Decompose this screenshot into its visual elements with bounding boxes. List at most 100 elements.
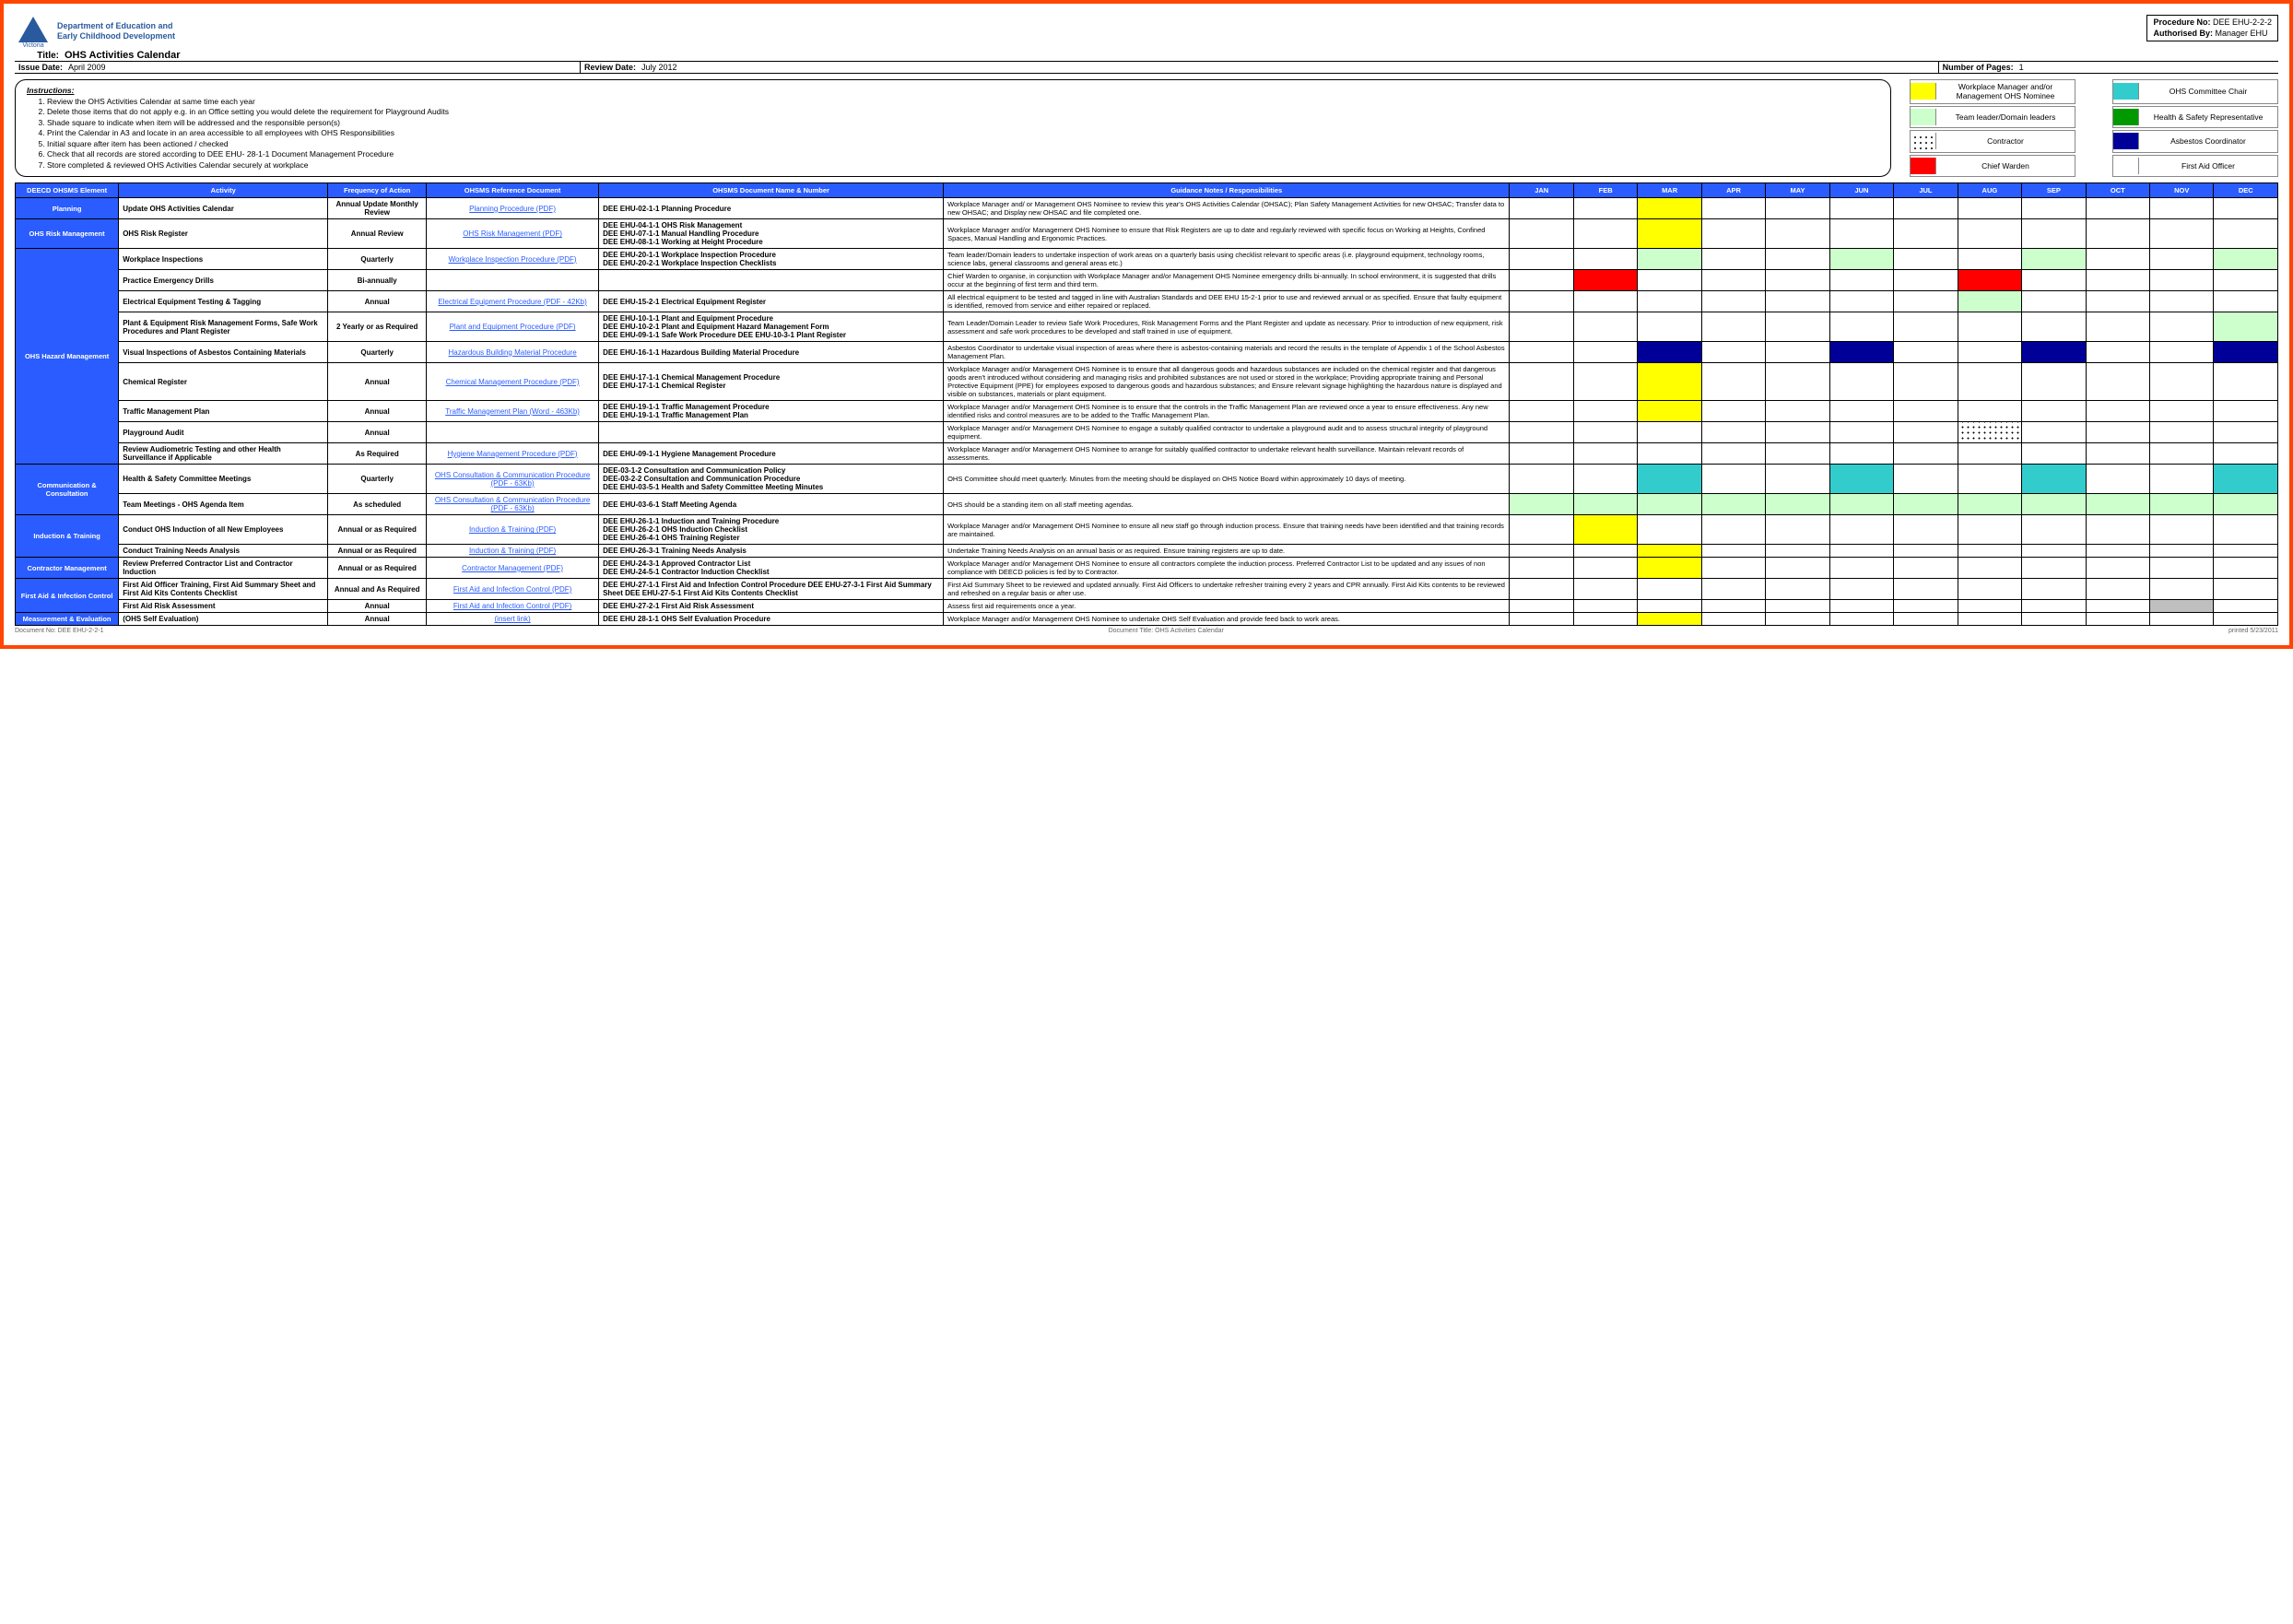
month-cell [2086,545,2149,558]
month-cell [1638,545,1701,558]
month-cell [2022,342,2086,363]
reference-link[interactable]: Hazardous Building Material Procedure [448,348,576,357]
month-cell [2022,249,2086,270]
month-cell [1829,579,1893,600]
table-row: OHS Hazard ManagementWorkplace Inspectio… [16,249,2278,270]
month-cell [2022,270,2086,291]
month-cell [1573,558,1637,579]
reference-link[interactable]: Induction & Training (PDF) [469,547,556,555]
month-cell [1701,198,1765,219]
month-cell [1510,515,1573,545]
month-cell [2150,465,2214,494]
legend-swatch [2113,83,2139,100]
month-cell [1701,443,1765,465]
table-row: Team Meetings - OHS Agenda ItemAs schedu… [16,494,2278,515]
month-cell [2214,219,2278,249]
month-cell [1573,515,1637,545]
month-cell [1829,600,1893,613]
month-cell [1573,613,1637,626]
footer: Document No: DEE EHU-2-2-1 Document Titl… [15,628,2278,634]
month-cell [2086,515,2149,545]
month-cell [1573,342,1637,363]
table-row: Playground AuditAnnualWorkplace Manager … [16,422,2278,443]
month-cell [1510,401,1573,422]
month-cell [1766,312,1829,342]
month-cell [1766,515,1829,545]
month-cell [2086,600,2149,613]
table-row: Chemical RegisterAnnualChemical Manageme… [16,363,2278,401]
month-cell [1510,465,1573,494]
month-cell [1829,558,1893,579]
table-row: Contractor ManagementReview Preferred Co… [16,558,2278,579]
month-cell [1894,342,1958,363]
instruction-item: Shade square to indicate when item will … [47,118,1879,128]
reference-link[interactable]: Plant and Equipment Procedure (PDF) [450,323,576,331]
month-cell [2086,219,2149,249]
month-cell [1894,579,1958,600]
month-cell [2086,465,2149,494]
month-cell [1510,342,1573,363]
reference-link[interactable]: Planning Procedure (PDF) [469,205,556,213]
month-cell [2022,443,2086,465]
month-cell [1573,545,1637,558]
month-cell [2022,363,2086,401]
month-header: OCT [2086,183,2149,198]
reference-link[interactable]: First Aid and Infection Control (PDF) [453,602,572,610]
month-cell [1510,558,1573,579]
reference-link[interactable]: First Aid and Infection Control (PDF) [453,585,572,594]
month-cell [1829,465,1893,494]
month-cell [2022,613,2086,626]
month-cell [1701,545,1765,558]
month-cell [1766,291,1829,312]
month-cell [1958,600,2021,613]
month-cell [1701,270,1765,291]
month-cell [2150,363,2214,401]
month-cell [2150,401,2214,422]
month-cell [2214,579,2278,600]
element-category: First Aid & Infection Control [16,579,119,613]
month-cell [1766,401,1829,422]
reference-link[interactable]: Induction & Training (PDF) [469,525,556,534]
reference-link[interactable]: Chemical Management Procedure (PDF) [446,378,580,386]
reference-link[interactable]: Electrical Equipment Procedure (PDF - 42… [438,298,586,306]
month-cell [2214,249,2278,270]
month-cell [1958,613,2021,626]
month-cell [1894,198,1958,219]
month-cell [1766,613,1829,626]
month-cell [1894,545,1958,558]
month-cell [1510,270,1573,291]
dept-line2: Early Childhood Development [57,31,175,41]
month-cell [1638,422,1701,443]
reference-link[interactable]: Workplace Inspection Procedure (PDF) [449,255,577,264]
month-cell [1638,613,1701,626]
month-cell [1701,579,1765,600]
month-cell [1958,443,2021,465]
month-cell [1701,558,1765,579]
month-cell [1829,443,1893,465]
legend-item: OHS Committee Chair [2112,79,2278,104]
month-cell [1638,401,1701,422]
month-cell [1766,443,1829,465]
month-cell [2214,198,2278,219]
reference-link[interactable]: (insert link) [495,615,531,623]
reference-link[interactable]: Contractor Management (PDF) [462,564,563,572]
month-header: SEP [2022,183,2086,198]
month-cell [2214,401,2278,422]
reference-link[interactable]: Traffic Management Plan (Word - 463Kb) [445,407,580,416]
reference-link[interactable]: OHS Consultation & Communication Procedu… [435,496,591,512]
month-cell [1701,363,1765,401]
month-cell [2022,312,2086,342]
table-row: Communication & ConsultationHealth & Saf… [16,465,2278,494]
month-cell [2150,613,2214,626]
reference-link[interactable]: Hygiene Management Procedure (PDF) [448,450,578,458]
reference-link[interactable]: OHS Risk Management (PDF) [463,229,562,238]
month-cell [2086,342,2149,363]
reference-link[interactable]: OHS Consultation & Communication Procedu… [435,471,591,488]
month-cell [1510,422,1573,443]
month-cell [1766,545,1829,558]
legend-swatch [1911,109,1936,125]
month-cell [1638,291,1701,312]
month-cell [1829,363,1893,401]
month-cell [1638,515,1701,545]
month-cell [2022,465,2086,494]
